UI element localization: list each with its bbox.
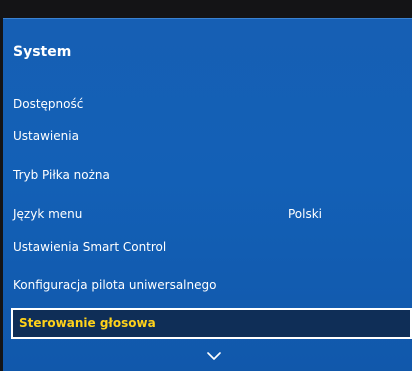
menu-item-label: Sterowanie głosowa [19, 316, 156, 330]
chevron-down-icon[interactable] [207, 351, 221, 361]
menu-item-value: Polski [288, 207, 323, 221]
menu-item-label: Ustawienia Smart Control [13, 240, 167, 254]
menu-item-label: Tryb Piłka nożna [13, 168, 110, 182]
menu-item-tryb-pilka-nozna[interactable]: Tryb Piłka nożna [3, 162, 412, 190]
menu-item-jezyk-menu[interactable]: Język menu Polski [3, 201, 412, 229]
system-menu-panel: System Dostępność Ustawienia Tryb Piłka … [3, 18, 412, 371]
menu-item-sterowanie-glosowa[interactable]: Sterowanie głosowa [11, 308, 412, 339]
menu-item-smart-control[interactable]: Ustawienia Smart Control [3, 234, 412, 262]
menu-item-label: Język menu [13, 207, 83, 221]
menu-title: System [13, 44, 72, 60]
menu-item-label: Ustawienia [13, 129, 79, 143]
menu-item-label: Konfiguracja pilota uniwersalnego [13, 278, 217, 292]
menu-item-ustawienia[interactable]: Ustawienia [3, 123, 412, 151]
tv-screen: System Dostępność Ustawienia Tryb Piłka … [0, 0, 412, 371]
menu-item-dostepnosc[interactable]: Dostępność [3, 91, 412, 119]
menu-item-label: Dostępność [13, 97, 84, 111]
menu-item-pilot-uniwersalny[interactable]: Konfiguracja pilota uniwersalnego [3, 272, 412, 300]
